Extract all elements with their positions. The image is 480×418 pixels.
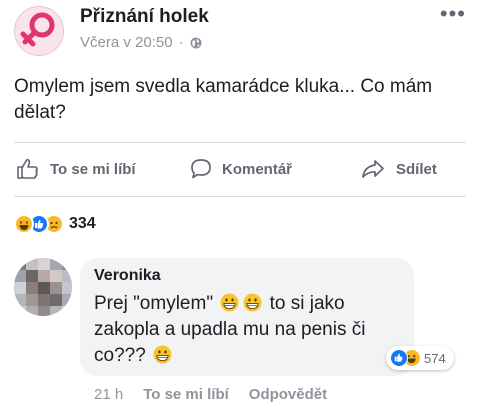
like-icon (390, 349, 408, 367)
divider-bottom (14, 196, 466, 197)
post-meta: Včera v 20:50 · (80, 34, 202, 51)
comment-text-part-1: Prej "omylem" (94, 293, 214, 314)
comment-footer: 21 h To se mi líbí Odpovědět (94, 386, 347, 403)
reactions-summary[interactable]: 334 (14, 212, 96, 236)
comment-like-link[interactable]: To se mi líbí (143, 386, 229, 403)
reactions-count: 334 (69, 215, 96, 232)
meta-separator: · (178, 34, 184, 51)
female-symbol-icon (20, 12, 55, 47)
post-timestamp[interactable]: Včera v 20:50 (80, 34, 173, 51)
comment-time[interactable]: 21 h (94, 386, 123, 403)
speech-bubble-icon (191, 159, 211, 179)
post-text: Omylem jsem svedla kamarádce kluka... Co… (14, 76, 433, 123)
comment-button[interactable]: Komentář (190, 150, 292, 188)
post-header: Přiznání holek Včera v 20:50 · ••• (0, 0, 480, 62)
grinning-face-icon (243, 293, 262, 312)
haha-icon (14, 214, 34, 234)
post-actions: To se mi líbí Komentář Sdílet (0, 150, 480, 188)
divider-top (14, 142, 466, 143)
comment-reactions[interactable]: 574 (386, 346, 454, 370)
like-button[interactable]: To se mi líbí (16, 150, 136, 188)
grinning-face-icon (220, 293, 239, 312)
comment-author[interactable]: Veronika (94, 267, 161, 285)
share-label: Sdílet (396, 160, 437, 178)
comment-reactions-count: 574 (424, 350, 446, 366)
page-avatar[interactable] (14, 6, 64, 56)
comment-text: Prej "omylem" to si jako zakopla a upadl… (94, 291, 394, 369)
grinning-face-icon (153, 345, 172, 364)
comment-bubble: Veronika Prej "omylem" to si jako zakopl… (80, 258, 414, 376)
globe-icon[interactable] (190, 37, 202, 49)
comment-reply-link[interactable]: Odpovědět (249, 386, 327, 403)
commenter-avatar[interactable] (14, 258, 72, 316)
comment-label: Komentář (222, 160, 293, 178)
share-button[interactable]: Sdílet (360, 150, 437, 188)
more-options-icon[interactable]: ••• (440, 3, 466, 25)
like-label: To se mi líbí (50, 160, 136, 178)
page-name[interactable]: Přiznání holek (80, 6, 209, 28)
thumbs-up-icon (17, 158, 38, 179)
share-arrow-icon (362, 160, 384, 178)
